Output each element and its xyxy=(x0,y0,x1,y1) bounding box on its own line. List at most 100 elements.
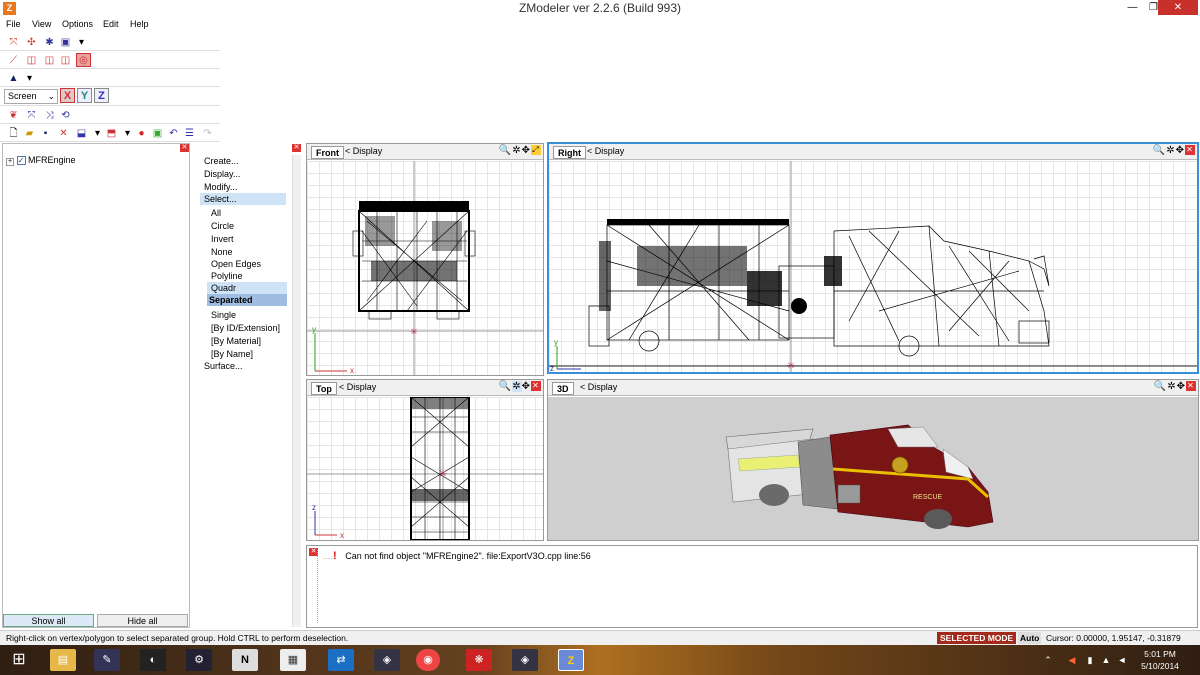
dropdown-arrow-icon[interactable]: ▾ xyxy=(22,71,37,85)
steam-icon[interactable]: ⚙ xyxy=(186,649,212,671)
zoom-icon[interactable]: 🔍 xyxy=(1154,381,1167,392)
save-icon[interactable]: ▪ xyxy=(38,126,53,140)
orbit-icon[interactable]: ✲ xyxy=(1167,381,1176,392)
rotate-tool-icon[interactable]: ⟲ xyxy=(58,108,73,122)
close-icon[interactable]: ✕ xyxy=(531,381,541,392)
menu-edit[interactable]: Edit xyxy=(103,19,119,29)
signal-icon[interactable]: ▲ xyxy=(1100,649,1112,671)
menu-options[interactable]: Options xyxy=(62,19,93,29)
separated-mode-icon[interactable]: ◎ xyxy=(76,53,91,67)
axis-y-toggle[interactable]: Y xyxy=(77,88,92,103)
select-tool-icon[interactable]: ⤧ xyxy=(6,35,21,49)
zoom-icon[interactable]: 🔍 xyxy=(499,145,512,156)
maximize-icon[interactable]: ⤢ xyxy=(531,145,541,156)
material-icon[interactable]: ▣ xyxy=(150,126,165,140)
display-menu[interactable]: < Display xyxy=(580,382,617,392)
file-explorer-icon[interactable]: ▤ xyxy=(50,649,76,671)
select-circle[interactable]: Circle xyxy=(211,221,234,231)
new-file-icon[interactable]: 🗋 xyxy=(6,126,21,140)
pan-icon[interactable]: ✥ xyxy=(1176,145,1185,156)
select-none[interactable]: None xyxy=(211,247,233,257)
log-entry[interactable]: ....! Can not find object "MFREngine2". … xyxy=(323,550,591,562)
move-tool-icon[interactable]: ✣ xyxy=(24,35,39,49)
coordinate-mode-select[interactable]: Screen ⌄ xyxy=(4,89,58,104)
notepad-app-icon[interactable]: N xyxy=(232,649,258,671)
notification-icon[interactable]: ◀ xyxy=(1066,649,1078,671)
expand-icon[interactable]: + xyxy=(6,158,14,166)
dropdown-arrow-icon[interactable]: ▾ xyxy=(74,35,89,49)
volume-icon[interactable]: ◄ xyxy=(1116,649,1128,671)
chevron-up-icon[interactable]: ⌃ xyxy=(1042,649,1054,671)
media-app-icon[interactable]: ◐ xyxy=(140,649,166,671)
display-menu[interactable]: < Display xyxy=(339,382,376,392)
record-icon[interactable]: ● xyxy=(134,126,149,140)
viewport-tab-top[interactable]: Top xyxy=(311,382,337,395)
viewport-right[interactable]: Right < Display 🔍✲✥✕ ✳ y z xyxy=(547,142,1199,374)
redo-icon[interactable]: ↷ xyxy=(200,126,215,140)
select-polyline[interactable]: Polyline xyxy=(211,271,243,281)
viewport-front[interactable]: Front < Display 🔍✲✥⤢ ✳ y x xyxy=(306,143,544,376)
scale-tool-icon[interactable]: ⤨ xyxy=(42,108,57,122)
select-by-material[interactable]: [By Material] xyxy=(211,336,261,346)
delete-icon[interactable]: ✕ xyxy=(56,126,71,140)
undo-icon[interactable]: ↶ xyxy=(166,126,181,140)
tree-item[interactable]: + ✓ MFREngine xyxy=(6,155,76,166)
object-tool-icon[interactable]: ▣ xyxy=(58,35,73,49)
properties-icon[interactable]: ☰ xyxy=(182,126,197,140)
select-all[interactable]: All xyxy=(211,208,221,218)
select-by-name[interactable]: [By Name] xyxy=(211,349,253,359)
pan-icon[interactable]: ✥ xyxy=(522,381,531,392)
close-icon[interactable]: ✕ xyxy=(1186,381,1196,392)
polygon-mode-icon[interactable]: ◫ xyxy=(24,53,39,67)
paw-app-icon[interactable]: ❋ xyxy=(466,649,492,671)
clock-date[interactable]: 5/10/2014 xyxy=(1138,661,1182,671)
hide-all-button[interactable]: Hide all xyxy=(97,614,188,627)
viewport-top[interactable]: Top < Display 🔍✲✥✕ ✳ z x xyxy=(306,379,544,541)
close-icon[interactable]: ✕ xyxy=(1185,145,1195,156)
game-app-icon-2[interactable]: ◈ xyxy=(512,649,538,671)
orbit-icon[interactable]: ✲ xyxy=(1166,145,1175,156)
pan-icon[interactable]: ✥ xyxy=(522,145,531,156)
vertex-mode-icon[interactable]: ⟋ xyxy=(6,53,21,67)
log-panel[interactable]: ✕ ....! Can not find object "MFREngine2"… xyxy=(306,545,1198,628)
show-all-button[interactable]: Show all xyxy=(3,614,94,627)
command-panel-scrollbar[interactable] xyxy=(292,155,301,627)
paint-app-icon[interactable]: ✎ xyxy=(94,649,120,671)
zoom-icon[interactable]: 🔍 xyxy=(499,381,512,392)
menu-help[interactable]: Help xyxy=(130,19,149,29)
figure-tool-icon[interactable]: ✱ xyxy=(42,35,57,49)
apps-grid-icon[interactable]: ▦ xyxy=(280,649,306,671)
cone-tool-icon[interactable]: ▲ xyxy=(6,71,21,85)
select-open-edges[interactable]: Open Edges xyxy=(211,259,261,269)
cmd-select[interactable]: Select... xyxy=(200,193,286,205)
close-button[interactable]: ✕ xyxy=(1158,0,1198,15)
axis-z-toggle[interactable]: Z xyxy=(94,88,109,103)
auto-mode-badge[interactable]: Auto xyxy=(1018,632,1042,644)
pan-icon[interactable]: ✥ xyxy=(1177,381,1186,392)
cmd-create[interactable]: Create... xyxy=(204,156,239,166)
object-tree-panel[interactable] xyxy=(2,143,190,628)
menu-file[interactable]: File xyxy=(6,19,21,29)
export-icon[interactable]: ⬓ xyxy=(74,126,89,140)
cmd-display[interactable]: Display... xyxy=(204,169,240,179)
cmd-surface[interactable]: Surface... xyxy=(204,361,243,371)
import-icon[interactable]: ⬒ xyxy=(104,126,119,140)
select-single[interactable]: Single xyxy=(211,310,236,320)
teamviewer-icon[interactable]: ⇄ xyxy=(328,649,354,671)
display-menu[interactable]: < Display xyxy=(345,146,382,156)
viewport-tab-3d[interactable]: 3D xyxy=(552,382,574,395)
viewport-tab-front[interactable]: Front xyxy=(311,146,344,159)
orbit-icon[interactable]: ✲ xyxy=(512,381,522,392)
dropdown-arrow-icon[interactable]: ▾ xyxy=(120,126,135,140)
windows-start-icon[interactable]: ⊞ xyxy=(6,649,32,671)
menu-view[interactable]: View xyxy=(32,19,51,29)
axis-x-toggle[interactable]: X xyxy=(60,88,75,103)
zmodeler-taskbar-icon[interactable]: Z xyxy=(558,649,584,671)
display-menu[interactable]: < Display xyxy=(587,146,624,156)
select-quadr[interactable]: Quadr xyxy=(207,282,287,294)
app-icon[interactable]: Z xyxy=(3,2,16,15)
select-separated[interactable]: Separated xyxy=(207,294,287,306)
cmd-modify[interactable]: Modify... xyxy=(204,182,237,192)
visibility-checkbox[interactable]: ✓ xyxy=(16,156,26,165)
close-icon[interactable]: ✕ xyxy=(180,144,189,152)
